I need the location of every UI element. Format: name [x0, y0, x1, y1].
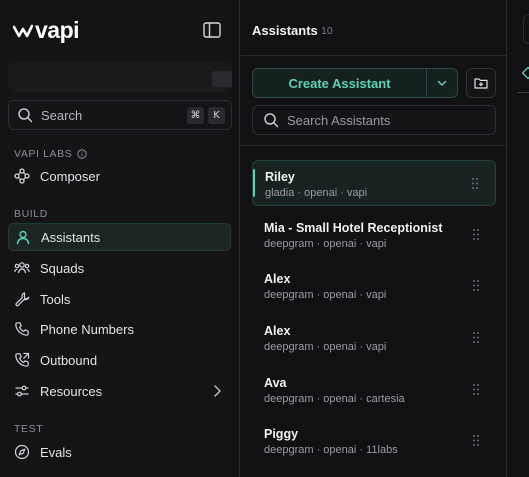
assistant-name: Riley — [265, 170, 295, 184]
sidebar-item-composer[interactable]: Composer — [8, 162, 231, 190]
assistants-panel: Assistants 10 Create Assistant Riley gla… — [241, 0, 507, 477]
assistants-count: 10 — [321, 25, 333, 37]
section-title: VAPI LABS — [14, 148, 73, 160]
sidebar-item-label: Evals — [40, 444, 72, 460]
assistant-item-mia[interactable]: Mia - Small Hotel Receptionist deepgram … — [252, 212, 496, 258]
create-assistant-button-group: Create Assistant — [252, 68, 458, 98]
create-options-dropdown[interactable] — [427, 69, 457, 97]
section-title: TEST — [14, 423, 44, 435]
assistant-name: Alex — [264, 272, 291, 286]
create-assistant-button[interactable]: Create Assistant — [253, 69, 427, 97]
drag-handle-icon[interactable] — [472, 331, 480, 344]
wrench-icon — [14, 291, 30, 307]
sliders-icon — [14, 383, 30, 399]
sidebar-item-label: Assistants — [41, 229, 101, 245]
command-key-badge: ⌘ — [187, 106, 204, 124]
assistant-item-alex[interactable]: Alex deepgram · openai · vapi — [252, 263, 496, 309]
assistant-name: Ava — [264, 376, 287, 390]
phone-icon — [14, 321, 30, 337]
sidebar-item-label: Squads — [40, 260, 85, 276]
drag-handle-icon[interactable] — [472, 279, 480, 292]
organization-selector-stub — [212, 71, 232, 87]
assistant-search — [252, 105, 496, 135]
drag-handle-icon[interactable] — [472, 434, 480, 447]
chevron-down-icon — [437, 80, 447, 86]
sidebar-item-squads[interactable]: Squads — [8, 254, 231, 282]
search-icon — [18, 108, 33, 123]
info-icon[interactable] — [77, 149, 88, 159]
chevron-right-icon — [214, 385, 221, 397]
organization-selector[interactable] — [8, 62, 232, 92]
sidebar-search-label: Search — [41, 107, 83, 123]
drag-handle-icon[interactable] — [472, 228, 480, 241]
sidebar-item-resources[interactable]: Resources — [8, 377, 231, 405]
sidebar-item-label: Outbound — [40, 352, 98, 368]
assistant-search-input[interactable] — [287, 112, 487, 128]
sidebar-item-label: Phone Numbers — [40, 321, 134, 337]
logo-text: vapi — [35, 17, 80, 43]
user-icon — [15, 229, 31, 245]
assistant-providers: deepgram · openai · vapi — [264, 238, 387, 250]
sidebar-item-outbound[interactable]: Outbound — [8, 346, 231, 374]
k-key-badge: K — [208, 106, 225, 124]
sidebar-item-tools[interactable]: Tools — [8, 285, 231, 313]
section-test: TEST — [14, 423, 43, 435]
detail-toolbar-button[interactable] — [523, 14, 529, 44]
people-icon — [14, 260, 30, 276]
assistant-name: Mia - Small Hotel Receptionist — [264, 221, 443, 235]
new-folder-button[interactable] — [466, 68, 496, 98]
assistant-detail-pane — [508, 0, 529, 477]
assistant-providers: deepgram · openai · vapi — [264, 341, 387, 353]
sidebar-item-evals[interactable]: Evals — [8, 438, 231, 466]
assistant-name: Piggy — [264, 427, 299, 441]
section-vapi-labs: VAPI LABS — [14, 148, 88, 160]
assistant-item-riley[interactable]: Riley gladia · openai · vapi — [252, 160, 496, 206]
vapi-logo-icon — [13, 24, 33, 37]
assistant-item-piggy[interactable]: Piggy deepgram · openai · 11labs — [252, 418, 496, 464]
assistants-title: Assistants — [252, 23, 318, 38]
tab-underline — [517, 92, 529, 93]
phone-outgoing-icon — [14, 352, 30, 368]
assistants-header: Assistants 10 — [241, 0, 507, 56]
search-icon — [264, 113, 279, 128]
sidebar-toggle-icon[interactable] — [203, 22, 221, 38]
drag-handle-icon[interactable] — [471, 177, 479, 190]
assistant-providers: deepgram · openai · cartesia — [264, 393, 405, 405]
drag-handle-icon[interactable] — [472, 383, 480, 396]
sidebar-item-label: Resources — [40, 383, 103, 399]
assistant-providers: deepgram · openai · vapi — [264, 289, 387, 301]
assistant-item-ava[interactable]: Ava deepgram · openai · cartesia — [252, 367, 496, 413]
folder-plus-icon — [474, 78, 488, 89]
section-build: BUILD — [14, 208, 48, 220]
sidebar-item-phone-numbers[interactable]: Phone Numbers — [8, 315, 231, 343]
section-title: BUILD — [14, 208, 48, 220]
sidebar: vapi Search ⌘ K VAPI LABS Composer BUILD… — [0, 0, 240, 477]
sidebar-item-label: Tools — [40, 291, 71, 307]
list-divider — [241, 145, 507, 146]
tab-icon[interactable] — [521, 66, 529, 80]
sidebar-item-assistants[interactable]: Assistants — [8, 223, 231, 251]
sidebar-search[interactable]: Search ⌘ K — [8, 100, 232, 130]
compass-icon — [14, 444, 30, 460]
assistant-providers: deepgram · openai · 11labs — [264, 444, 398, 456]
assistant-providers: gladia · openai · vapi — [265, 187, 368, 199]
sidebar-item-label: Composer — [40, 168, 100, 184]
vapi-logo[interactable]: vapi — [13, 17, 80, 43]
assistant-item-alex-2[interactable]: Alex deepgram · openai · vapi — [252, 315, 496, 361]
assistant-name: Alex — [264, 324, 291, 338]
composer-icon — [14, 168, 30, 184]
